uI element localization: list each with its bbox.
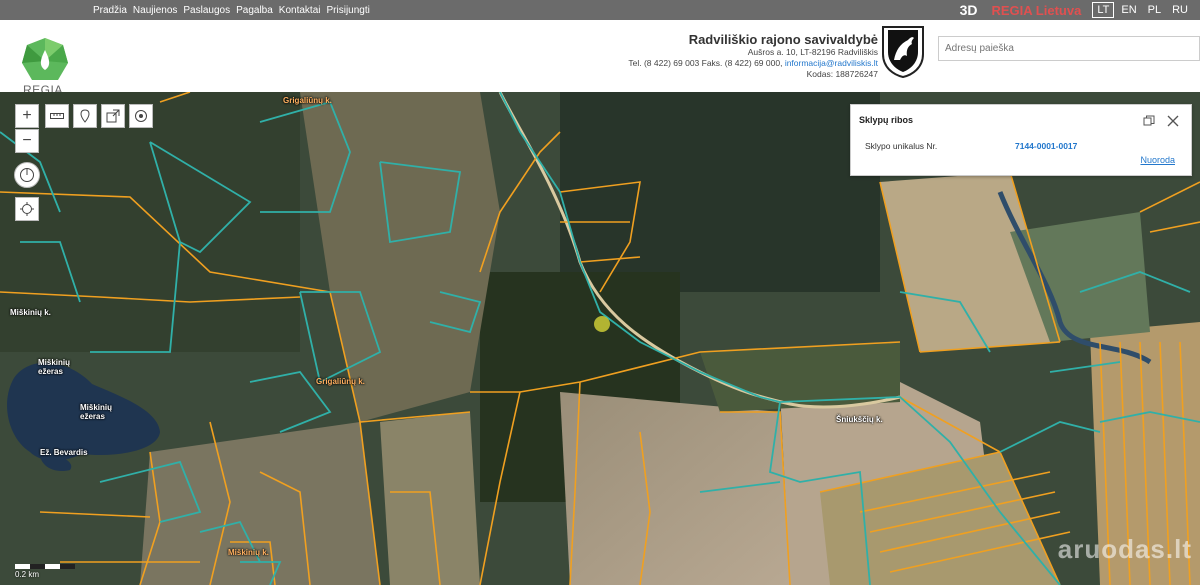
map-label-lake-2: Miškinių ežeras — [80, 403, 113, 421]
zoom-out-button[interactable]: − — [15, 129, 39, 153]
map-canvas[interactable]: + − Grigaliūnų k. Miškinių k. Miškinių e… — [0, 92, 1200, 585]
map-label-road-2: Grigaliūnų k. — [316, 377, 365, 386]
map-label-lake-3: Ež. Bevardis — [40, 448, 88, 457]
nav-pradzia[interactable]: Pradžia — [93, 5, 127, 16]
locate-me-icon[interactable] — [15, 197, 39, 221]
top-bar: Pradžia Naujienos Paslaugos Pagalba Kont… — [0, 0, 1200, 20]
map-scale: 0.2 km — [15, 564, 75, 579]
zoom-in-button[interactable]: + — [15, 104, 39, 128]
watermark: aruodas.lt — [1057, 534, 1192, 564]
lang-lt[interactable]: LT — [1092, 2, 1115, 18]
map-label-village-2: Miškinių k. — [228, 548, 269, 557]
municipality-info: Radviliškio rajono savivaldybė Aušros a.… — [628, 32, 878, 80]
header: REGIA Radviliškio rajono savivaldybė Auš… — [0, 20, 1200, 97]
parcel-info-panel: Sklypų ribos Sklypo unikalus Nr. 7144-00… — [850, 104, 1192, 176]
scale-label: 0.2 km — [15, 570, 40, 579]
municipality-crest-icon — [882, 26, 924, 78]
nav-prisijungti[interactable]: Prisijungti — [327, 5, 370, 16]
address-search-input[interactable] — [938, 36, 1200, 61]
municipality-code: Kodas: 188726247 — [806, 69, 878, 79]
map-label-lake-1: Miškinių ežeras — [38, 358, 71, 376]
panel-title: Sklypų ribos — [859, 115, 914, 125]
municipality-contacts: Tel. (8 422) 69 003 Faks. (8 422) 69 000… — [628, 58, 878, 69]
municipality-email[interactable]: informacija@radviliskis.lt — [785, 58, 878, 68]
map-label-road-1: Grigaliūnų k. — [283, 96, 332, 105]
municipality-name: Radviliškio rajono savivaldybė — [688, 32, 878, 47]
nav-kontaktai[interactable]: Kontaktai — [279, 5, 321, 16]
close-icon[interactable] — [1167, 115, 1179, 130]
lang-pl[interactable]: PL — [1144, 3, 1165, 17]
ruler-icon[interactable] — [45, 104, 69, 128]
brand-label[interactable]: REGIA Lietuva — [992, 3, 1082, 18]
top-right: 3D REGIA Lietuva LT EN PL RU — [960, 0, 1192, 20]
parcel-number-value[interactable]: 7144-0001-0017 — [1015, 141, 1077, 151]
nav-naujienos[interactable]: Naujienos — [133, 5, 177, 16]
parcel-number-label: Sklypo unikalus Nr. — [865, 141, 938, 151]
lang-en[interactable]: EN — [1117, 3, 1140, 17]
share-icon[interactable] — [101, 104, 125, 128]
municipality-phone: Tel. (8 422) 69 003 Faks. (8 422) 69 000… — [628, 58, 783, 68]
lang-ru[interactable]: RU — [1168, 3, 1192, 17]
location-pin-icon[interactable] — [73, 104, 97, 128]
nav-pagalba[interactable]: Pagalba — [236, 5, 273, 16]
municipality-address: Aušros a. 10, LT-82196 Radviliškis — [747, 47, 878, 57]
top-nav: Pradžia Naujienos Paslaugos Pagalba Kont… — [93, 0, 376, 20]
reference-link[interactable]: Nuoroda — [1140, 155, 1175, 165]
map-label-village-1: Miškinių k. — [10, 308, 51, 317]
compass-icon[interactable] — [14, 162, 40, 188]
target-icon[interactable] — [129, 104, 153, 128]
3d-button[interactable]: 3D — [960, 2, 978, 18]
nav-paslaugos[interactable]: Paslaugos — [183, 5, 230, 16]
restore-window-icon[interactable] — [1143, 115, 1155, 130]
map-label-village-3: Šniukščių k. — [836, 415, 883, 424]
